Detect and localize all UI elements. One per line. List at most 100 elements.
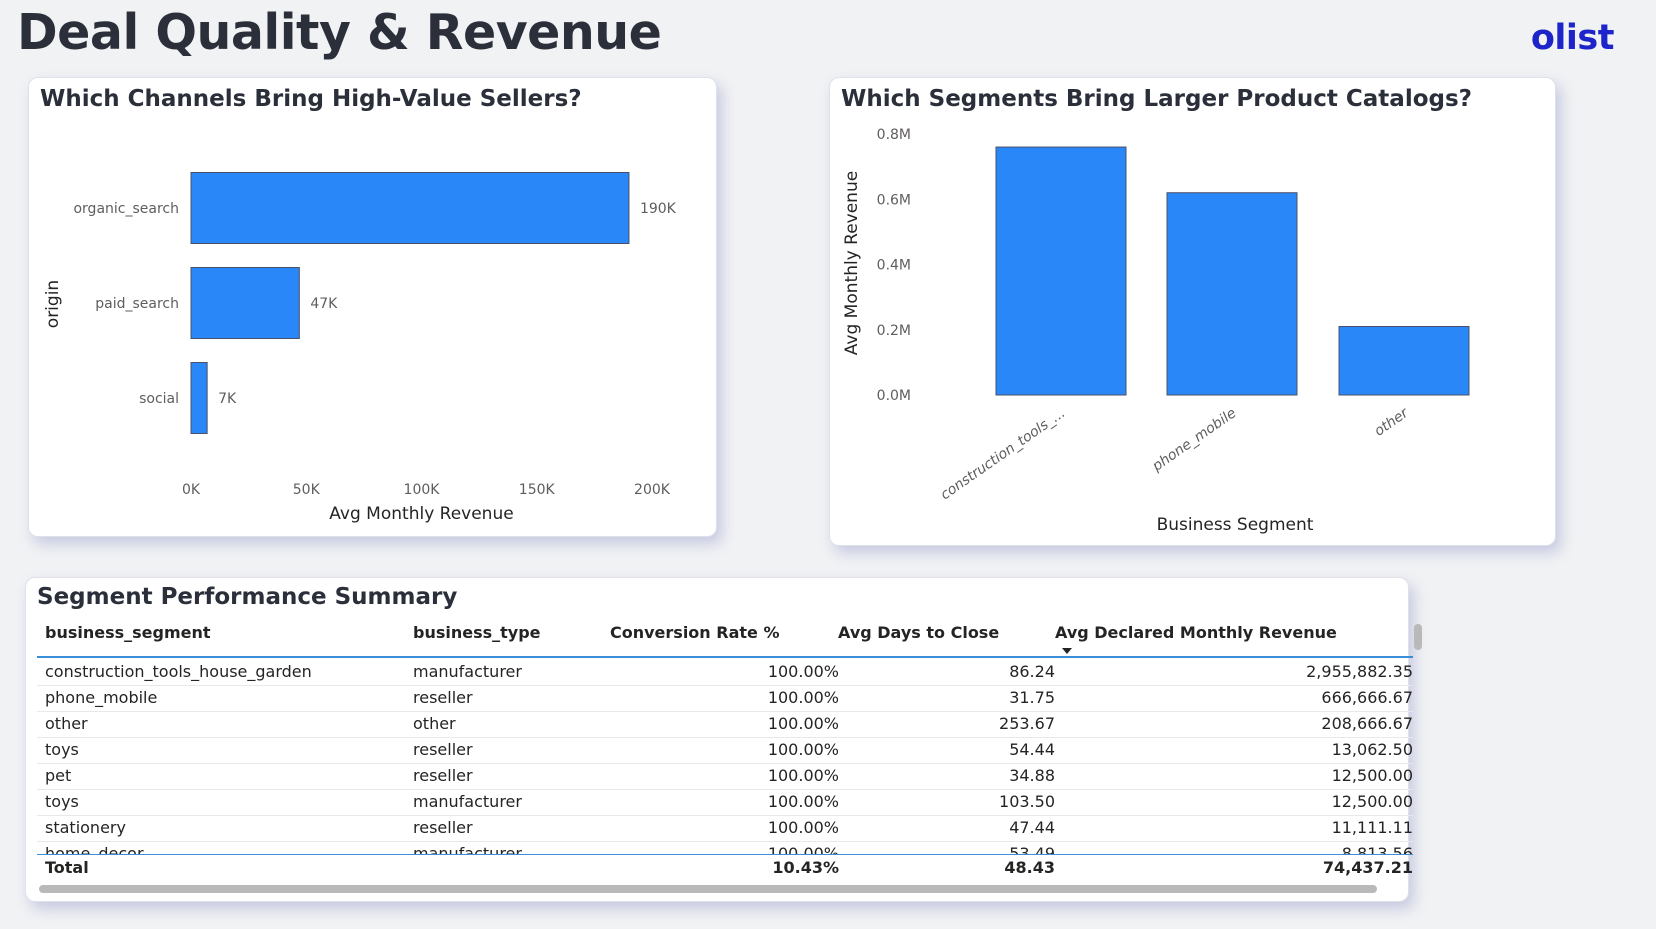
column-header-conversion-rate[interactable]: Conversion Rate % [610,620,830,646]
category-label: other [1372,404,1413,439]
y-axis-title: origin [43,280,63,328]
cell-avg-declared-monthly-revenue: 8,813.56 [1341,844,1413,854]
cell-business-segment: pet [45,766,72,785]
column-header-avg-declared-monthly-revenue[interactable]: Avg Declared Monthly Revenue [1055,620,1405,646]
cell-avg-declared-monthly-revenue: 666,666.67 [1321,688,1413,707]
x-tick-label: 200K [634,482,671,498]
table-row[interactable]: construction_tools_house_garden manufact… [37,659,1413,686]
bar-phone-mobile[interactable] [1166,192,1298,396]
header-divider [37,656,1413,658]
cell-business-segment: other [45,714,88,733]
x-axis-title: Avg Monthly Revenue [329,504,513,524]
category-label: phone_mobile [1149,405,1240,475]
table-row[interactable]: phone_mobile reseller 100.00% 31.75 666,… [37,685,1413,712]
y-tick-label: 0.2M [877,323,911,339]
cell-business-type: reseller [413,688,473,707]
cell-avg-days-to-close: 54.44 [1009,740,1055,759]
cell-avg-declared-monthly-revenue: 12,500.00 [1331,792,1413,811]
column-header-business-segment[interactable]: business_segment [45,620,395,646]
cell-conversion-rate: 100.00% [767,714,839,733]
data-label: 7K [218,391,237,407]
table-total-row: Total 10.43% 48.43 74,437.21 [37,855,1413,881]
bar-social[interactable] [190,362,208,434]
x-tick-label: 0K [182,482,201,498]
cell-avg-declared-monthly-revenue: 11,111.11 [1331,818,1413,837]
cell-conversion-rate: 100.00% [767,662,839,681]
vertical-scrollbar[interactable] [1414,624,1422,650]
table-row[interactable]: pet reseller 100.00% 34.88 12,500.00 [37,763,1413,790]
segments-chart-card[interactable]: Which Segments Bring Larger Product Cata… [829,77,1556,546]
cell-business-type: manufacturer [413,792,522,811]
cell-avg-days-to-close: 53.49 [1009,844,1055,854]
bar-organic-search[interactable] [190,172,630,244]
cell-business-type: reseller [413,740,473,759]
sort-desc-icon[interactable] [1062,648,1072,654]
category-label: social [139,391,179,407]
cell-conversion-rate: 100.00% [767,818,839,837]
total-label: Total [45,858,89,877]
column-header-avg-days-to-close[interactable]: Avg Days to Close [838,620,1038,646]
total-avg-days-to-close: 48.43 [1004,858,1055,877]
table-row[interactable]: other other 100.00% 253.67 208,666.67 [37,711,1413,738]
table-title: Segment Performance Summary [37,584,458,610]
cell-business-segment: home_decor [45,844,144,854]
channels-bar-chart[interactable]: organic_search 190K paid_search 47K social 7K… [29,78,716,536]
segment-table-card[interactable]: Segment Performance Summary business_seg… [25,577,1422,902]
x-axis-title: Business Segment [1157,515,1314,535]
y-tick-label: 0.8M [877,127,911,143]
bar-other[interactable] [1338,325,1470,396]
cell-conversion-rate: 100.00% [767,792,839,811]
cell-conversion-rate: 100.00% [767,844,839,854]
cell-avg-declared-monthly-revenue: 12,500.00 [1331,766,1413,785]
page-title: Deal Quality & Revenue [17,4,662,61]
table-row[interactable]: toys manufacturer 100.00% 103.50 12,500.… [37,789,1413,816]
cell-conversion-rate: 100.00% [767,740,839,759]
cell-avg-declared-monthly-revenue: 2,955,882.35 [1306,662,1413,681]
table-header-row: business_segment business_type Conversio… [37,620,1413,646]
y-tick-label: 0.6M [877,192,911,208]
cell-avg-days-to-close: 86.24 [1009,662,1055,681]
table-row[interactable]: home_decor manufacturer 100.00% 53.49 8,… [37,841,1413,854]
cell-business-segment: toys [45,740,79,759]
bar-construction-tools[interactable] [995,146,1127,396]
data-label: 190K [640,201,677,217]
cell-avg-days-to-close: 253.67 [999,714,1055,733]
category-label: construction_tools_... [938,405,1069,503]
cell-avg-declared-monthly-revenue: 208,666.67 [1321,714,1413,733]
total-avg-declared-monthly-revenue: 74,437.21 [1322,858,1413,877]
cell-business-type: other [413,714,456,733]
cell-avg-days-to-close: 34.88 [1009,766,1055,785]
cell-conversion-rate: 100.00% [767,766,839,785]
y-tick-label: 0.0M [877,388,911,404]
cell-avg-days-to-close: 103.50 [999,792,1055,811]
cell-business-segment: toys [45,792,79,811]
cell-business-type: reseller [413,818,473,837]
bar-paid-search[interactable] [190,267,300,339]
table-row[interactable]: stationery reseller 100.00% 47.44 11,111… [37,815,1413,842]
y-axis-title: Avg Monthly Revenue [842,171,862,355]
total-conversion-rate: 10.43% [772,858,839,877]
cell-business-segment: phone_mobile [45,688,158,707]
x-tick-label: 100K [404,482,441,498]
channels-chart-card[interactable]: Which Channels Bring High-Value Sellers?… [28,77,717,537]
x-tick-label: 150K [519,482,556,498]
category-label: paid_search [95,296,179,312]
brand-logo: olist [1530,18,1615,58]
data-label: 47K [310,296,338,312]
table-row[interactable]: toys reseller 100.00% 54.44 13,062.50 [37,737,1413,764]
cell-business-type: manufacturer [413,662,522,681]
cell-business-type: manufacturer [413,844,522,854]
cell-avg-days-to-close: 31.75 [1009,688,1055,707]
column-header-business-type[interactable]: business_type [413,620,573,646]
category-label: organic_search [73,201,179,217]
total-business-type [413,855,573,881]
y-tick-label: 0.4M [877,258,911,274]
horizontal-scrollbar[interactable] [39,885,1377,893]
segments-bar-chart[interactable]: 0.0M 0.2M 0.4M 0.6M 0.8M construction_tools_.… [830,78,1555,545]
x-tick-label: 50K [293,482,321,498]
cell-business-type: reseller [413,766,473,785]
cell-avg-days-to-close: 47.44 [1009,818,1055,837]
table-body[interactable]: construction_tools_house_garden manufact… [37,659,1413,854]
cell-avg-declared-monthly-revenue: 13,062.50 [1331,740,1413,759]
cell-business-segment: stationery [45,818,126,837]
